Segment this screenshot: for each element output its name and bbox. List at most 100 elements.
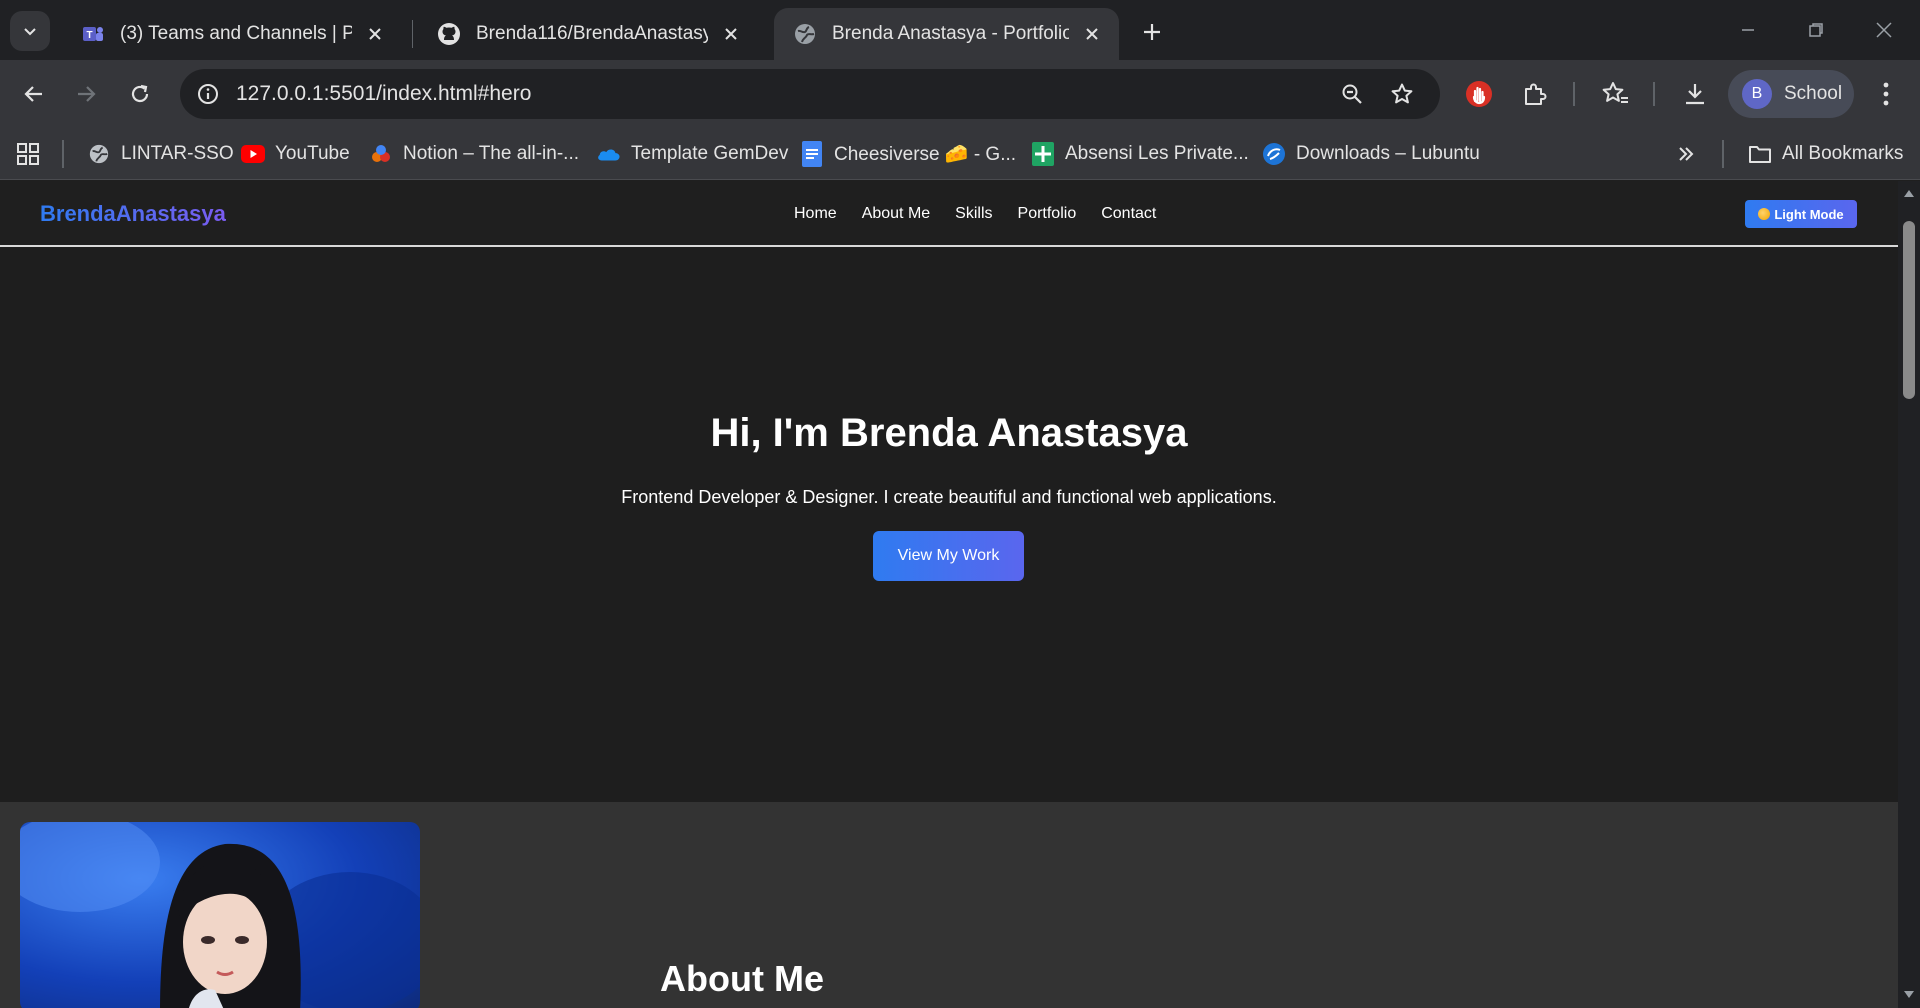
site-brand[interactable]: BrendaAnastasya [40, 201, 226, 227]
notion-icon [369, 142, 393, 166]
site-navbar: BrendaAnastasya Home About Me Skills Por… [0, 181, 1898, 247]
address-bar[interactable]: 127.0.0.1:5501/index.html#hero [180, 69, 1440, 119]
close-icon[interactable] [718, 21, 744, 47]
close-icon[interactable] [1079, 21, 1105, 47]
restore-icon [1809, 23, 1823, 37]
tab-title: Brenda116/BrendaAnastasya_5 [476, 23, 708, 44]
hero-section: Hi, I'm Brenda Anastasya Frontend Develo… [0, 247, 1898, 802]
all-bookmarks-button[interactable]: All Bookmarks [1748, 138, 1903, 170]
nav-home[interactable]: Home [794, 205, 837, 223]
bookmarks-bar: LINTAR-SSO YouTube Notion – The all-in-.… [0, 128, 1920, 180]
back-button[interactable] [12, 72, 56, 116]
teams-icon: T [80, 21, 106, 47]
menu-kebab-icon[interactable] [1866, 74, 1906, 114]
nav-contact[interactable]: Contact [1101, 205, 1156, 223]
minimize-icon [1742, 29, 1754, 31]
hero-subtitle: Frontend Developer & Designer. I create … [621, 487, 1277, 507]
bookmark-item[interactable]: YouTube [241, 138, 350, 170]
about-title: About Me [660, 958, 824, 999]
plus-icon [1144, 24, 1160, 40]
bookmark-item[interactable]: Cheesiverse 🧀 - G... [800, 138, 1016, 170]
browser-toolbar: 127.0.0.1:5501/index.html#hero B School [0, 60, 1920, 128]
bookmark-label: Downloads – Lubuntu [1296, 143, 1480, 164]
close-icon[interactable] [362, 21, 388, 47]
profile-photo [20, 822, 420, 1008]
bookmark-star-icon[interactable] [1384, 78, 1420, 110]
toolbar-divider [1573, 82, 1575, 106]
bookmark-divider [1722, 140, 1724, 168]
bookmark-item[interactable]: Template GemDev [597, 138, 788, 170]
site-info-icon[interactable] [192, 78, 224, 110]
folder-icon [1748, 142, 1772, 166]
sun-icon [1758, 208, 1771, 220]
tab-title: Brenda Anastasya - Portfolio [832, 23, 1069, 44]
view-my-work-button[interactable]: View My Work [873, 531, 1024, 581]
new-tab-button[interactable] [1134, 14, 1170, 50]
globe-icon [792, 21, 818, 47]
close-icon [1876, 22, 1892, 38]
zoom-icon[interactable] [1334, 78, 1370, 110]
bookmark-label: Template GemDev [631, 143, 789, 164]
page-viewport: BrendaAnastasya Home About Me Skills Por… [0, 181, 1898, 1008]
globe-icon [87, 142, 111, 166]
minimize-button[interactable] [1720, 8, 1776, 52]
bookmark-item[interactable]: Absensi Les Private... [1031, 138, 1249, 170]
avatar: B [1742, 79, 1772, 109]
scroll-up-icon[interactable] [1903, 187, 1915, 199]
bookmark-item[interactable]: Downloads – Lubuntu [1262, 138, 1480, 170]
scrollbar-thumb[interactable] [1903, 221, 1915, 399]
light-mode-button[interactable]: Light Mode [1745, 200, 1857, 228]
bookmark-label: Notion – The all-in-... [403, 143, 580, 164]
bookmark-label: Absensi Les Private... [1065, 143, 1249, 164]
restore-button[interactable] [1788, 8, 1844, 52]
chevron-down-icon [24, 28, 36, 36]
extensions-puzzle-icon[interactable] [1515, 74, 1555, 114]
nav-about-me[interactable]: About Me [862, 205, 930, 223]
all-bookmarks-label: All Bookmarks [1782, 143, 1904, 164]
youtube-icon [241, 142, 265, 166]
bookmark-item[interactable]: Notion – The all-in-... [369, 138, 579, 170]
bookmark-label: YouTube [275, 143, 350, 164]
bookmark-item[interactable]: LINTAR-SSO [87, 138, 234, 170]
profile-button[interactable]: B School [1728, 70, 1854, 118]
tab-teams[interactable]: T (3) Teams and Channels | Perten [62, 8, 402, 60]
lubuntu-icon [1262, 142, 1286, 166]
tab-title: (3) Teams and Channels | Perten [120, 23, 352, 44]
arrow-right-icon [78, 86, 96, 102]
url-text[interactable]: 127.0.0.1:5501/index.html#hero [236, 82, 531, 106]
reload-icon [131, 84, 149, 103]
bookmark-divider [62, 140, 64, 168]
nav-skills[interactable]: Skills [955, 205, 992, 223]
tab-search-button[interactable] [10, 11, 50, 51]
site-nav-links: Home About Me Skills Portfolio Contact [794, 205, 1156, 223]
tab-divider [412, 20, 413, 48]
page-scrollbar[interactable] [1898, 181, 1920, 1008]
docs-icon [800, 141, 824, 167]
tab-github[interactable]: Brenda116/BrendaAnastasya_5 [418, 8, 758, 60]
bookmark-label: LINTAR-SSO [121, 143, 234, 164]
extension-block-icon[interactable] [1459, 74, 1499, 114]
scroll-down-icon[interactable] [1903, 989, 1915, 1001]
forward-button[interactable] [64, 72, 108, 116]
toolbar-divider [1653, 82, 1655, 106]
sheets-icon [1031, 142, 1055, 166]
light-mode-label: Light Mode [1774, 206, 1844, 222]
about-section: About Me [0, 802, 1898, 1008]
profile-label: School [1784, 83, 1843, 104]
github-icon [436, 21, 462, 47]
onedrive-icon [597, 142, 621, 166]
svg-text:T: T [86, 30, 92, 41]
nav-portfolio[interactable]: Portfolio [1018, 205, 1077, 223]
tab-portfolio[interactable]: Brenda Anastasya - Portfolio [774, 8, 1119, 60]
window-close-button[interactable] [1856, 8, 1912, 52]
download-icon[interactable] [1675, 74, 1715, 114]
arrow-left-icon [24, 86, 42, 102]
more-bookmarks-icon[interactable] [1676, 138, 1696, 170]
tab-strip: T (3) Teams and Channels | Perten Brenda… [0, 0, 1920, 60]
apps-grid-icon[interactable] [16, 138, 40, 170]
reload-button[interactable] [118, 72, 162, 116]
bookmark-label: Cheesiverse 🧀 - G... [834, 144, 1017, 165]
favorites-icon[interactable] [1595, 74, 1635, 114]
browser-window: T (3) Teams and Channels | Perten Brenda… [0, 0, 1920, 1008]
hero-title: Hi, I'm Brenda Anastasya [710, 411, 1188, 455]
